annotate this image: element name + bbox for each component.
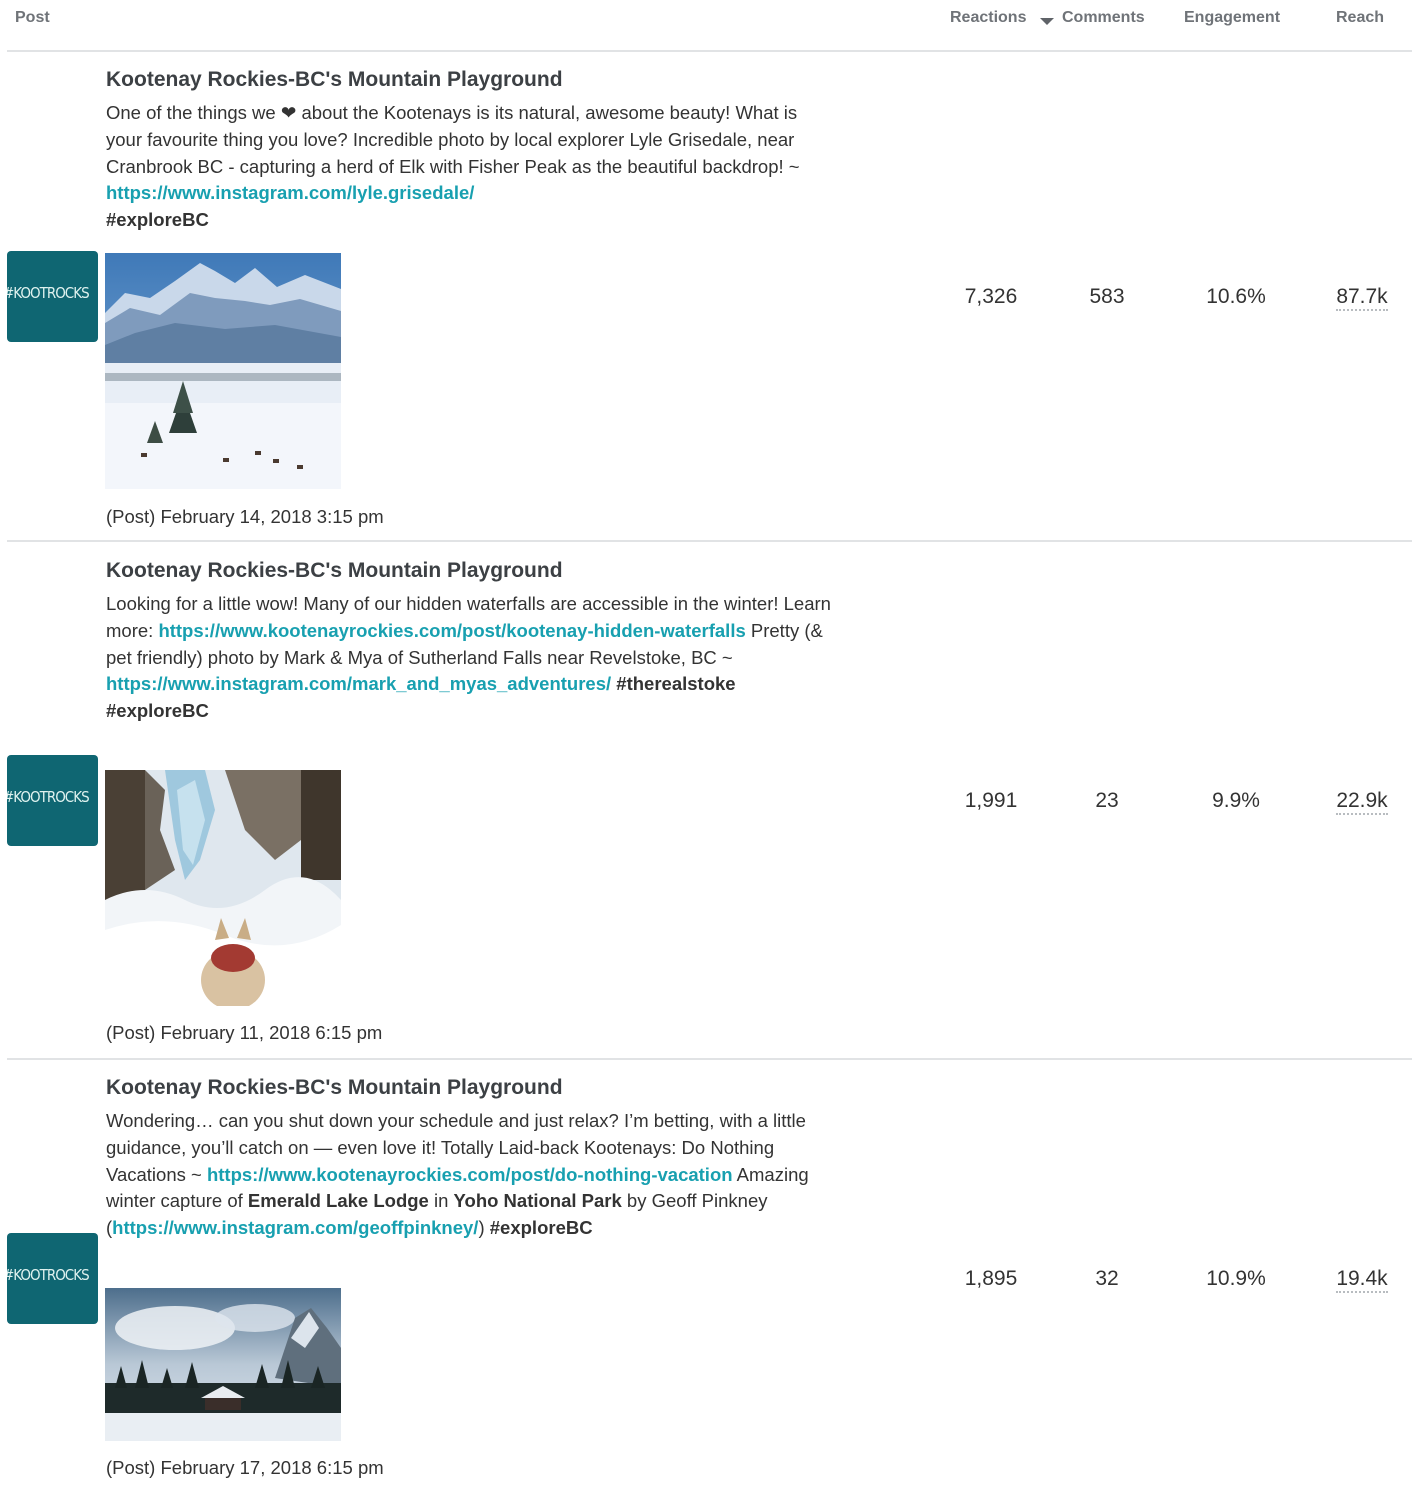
reactions-value: 1,895 [964,1267,1018,1290]
post-text-bold: Emerald Lake Lodge [247,1190,429,1212]
avatar[interactable]: #KOOTROCKS [7,251,98,342]
post-text: One of the things we ❤ about the Kootena… [106,100,836,234]
post-text-segment: ) [478,1217,490,1239]
reactions-value: 7,326 [964,285,1018,308]
post-link[interactable]: https://www.instagram.com/lyle.grisedale… [106,182,474,203]
hashtag[interactable]: #exploreBC [106,209,209,230]
reach-value[interactable]: 87.7k [1327,285,1397,311]
divider [7,1058,1412,1060]
hashtag[interactable]: #therealstoke [616,673,735,694]
hashtag[interactable]: #exploreBC [490,1217,593,1238]
engagement-value: 10.6% [1206,285,1266,308]
avatar[interactable]: #KOOTROCKS [7,755,98,846]
page-name[interactable]: Kootenay Rockies-BC's Mountain Playgroun… [106,559,563,583]
post-link[interactable]: https://www.kootenayrockies.com/post/do-… [207,1164,733,1185]
reach-value-text: 19.4k [1336,1267,1388,1293]
avatar-logo-text: #KOOTROCKS [7,1266,90,1284]
column-header-post: Post [15,9,50,26]
reactions-value: 1,991 [964,789,1018,812]
post-timestamp: (Post) February 14, 2018 3:15 pm [106,506,384,527]
post-link[interactable]: https://www.instagram.com/geoffpinkney/ [112,1217,478,1238]
post-text-segment: in [428,1190,454,1212]
column-header-reactions[interactable]: Reactions [950,9,1026,27]
engagement-value: 9.9% [1212,789,1260,812]
divider [7,50,1412,52]
avatar-logo-text: #KOOTROCKS [7,284,90,302]
page-name[interactable]: Kootenay Rockies-BC's Mountain Playgroun… [106,68,563,92]
avatar[interactable]: #KOOTROCKS [7,1233,98,1324]
reach-value[interactable]: 22.9k [1327,789,1397,815]
engagement-value: 10.9% [1206,1267,1266,1290]
avatar-logo-text: #KOOTROCKS [7,788,90,806]
post-image[interactable] [105,770,341,1006]
sort-descending-icon[interactable] [1040,18,1054,25]
post-image[interactable] [105,253,341,489]
post-timestamp: (Post) February 17, 2018 6:15 pm [106,1457,384,1478]
table-header: Post Reactions Comments Engagement Reach [0,0,1412,52]
column-header-reach[interactable]: Reach [1336,9,1384,27]
page-name[interactable]: Kootenay Rockies-BC's Mountain Playgroun… [106,1076,563,1100]
post-link[interactable]: https://www.instagram.com/mark_and_myas_… [106,673,611,694]
comments-value: 32 [1095,1267,1119,1290]
column-header-engagement[interactable]: Engagement [1184,9,1280,27]
comments-value: 23 [1095,789,1119,812]
comments-value: 583 [1089,285,1125,308]
column-header-comments[interactable]: Comments [1062,9,1145,27]
post-text: Wondering… can you shut down your schedu… [106,1108,836,1242]
reach-value-text: 87.7k [1336,285,1388,311]
post-timestamp: (Post) February 11, 2018 6:15 pm [106,1022,383,1043]
hashtag[interactable]: #exploreBC [106,700,209,721]
post-image[interactable] [105,1288,341,1441]
post-link[interactable]: https://www.kootenayrockies.com/post/koo… [158,620,745,641]
reach-value[interactable]: 19.4k [1327,1267,1397,1293]
divider [7,540,1412,542]
post-text-bold: Yoho National Park [453,1190,622,1212]
post-text: Looking for a little wow! Many of our hi… [106,591,836,725]
post-text-segment: One of the things we ❤ about the Kootena… [106,102,800,177]
reach-value-text: 22.9k [1336,789,1388,815]
